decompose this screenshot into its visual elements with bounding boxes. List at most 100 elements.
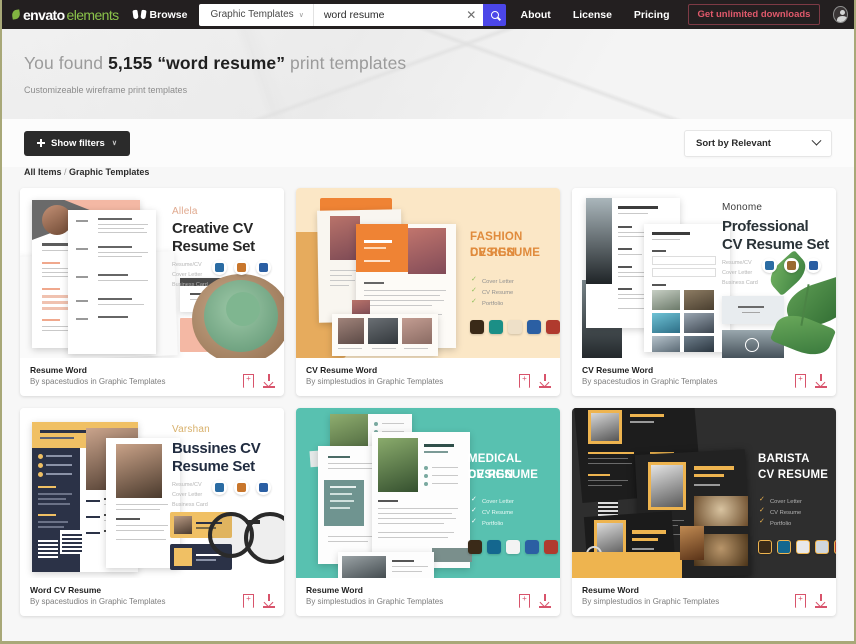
page-title-prefix: You found bbox=[24, 53, 109, 73]
user-avatar-icon[interactable] bbox=[833, 6, 848, 23]
thumbnail-artwork: Varshan Bussines CV Resume Set Resume/CV… bbox=[20, 408, 284, 578]
thumb-brand: Varshan bbox=[172, 424, 210, 435]
thumbnail-artwork: Allela Creative CV Resume Set Resume/CV … bbox=[20, 188, 284, 358]
search-category-dropdown[interactable]: Graphic Templates ∨ bbox=[199, 3, 314, 26]
app-badge-icon bbox=[506, 540, 520, 554]
download-icon[interactable] bbox=[815, 594, 827, 608]
search-category-label: Graphic Templates bbox=[210, 9, 294, 20]
result-card[interactable]: Monome Professional CV Resume Set Resume… bbox=[572, 188, 836, 396]
search-submit-button[interactable] bbox=[483, 3, 507, 26]
app-badge-icon bbox=[815, 540, 829, 554]
thumb-headline-2: CV RESUME bbox=[758, 469, 829, 481]
nav-link-about[interactable]: About bbox=[520, 9, 550, 21]
result-actions bbox=[519, 364, 551, 388]
result-card[interactable]: FASHION DESIGN CV RESUME Cover Letter CV… bbox=[296, 188, 560, 396]
show-filters-button[interactable]: Show filters ∨ bbox=[24, 130, 130, 156]
thumbnail-artwork: MEDICAL DESIGN CV RESUME Cover Letter CV… bbox=[296, 408, 560, 578]
bookmark-add-icon[interactable] bbox=[243, 593, 254, 608]
search-input[interactable] bbox=[323, 8, 464, 21]
check-icon: ✓ bbox=[471, 507, 477, 514]
thumb-app-badges bbox=[212, 480, 271, 495]
search-query-wrap: ✕ bbox=[313, 3, 484, 26]
app-badge-icon bbox=[527, 320, 541, 334]
result-card[interactable]: Allela Creative CV Resume Set Resume/CV … bbox=[20, 188, 284, 396]
download-icon[interactable] bbox=[263, 594, 275, 608]
thumb-headline-1: Bussines CV bbox=[172, 440, 261, 457]
thumb-feature: Portfolio bbox=[770, 521, 792, 527]
thumb-app-badges bbox=[470, 320, 560, 334]
app-badge-icon bbox=[234, 260, 249, 275]
bookmark-add-icon[interactable] bbox=[243, 373, 254, 388]
download-icon[interactable] bbox=[539, 594, 551, 608]
app-badge-icon bbox=[468, 540, 482, 554]
thumb-app-badges bbox=[762, 258, 821, 273]
chevron-down-icon bbox=[811, 135, 822, 146]
result-title: Resume Word bbox=[30, 365, 87, 375]
bookmark-add-icon[interactable] bbox=[519, 373, 530, 388]
result-author: By simplestudios in Graphic Templates bbox=[306, 597, 444, 607]
bookmark-add-icon[interactable] bbox=[519, 593, 530, 608]
thumb-app-badges bbox=[212, 260, 271, 275]
thumb-headline-1: Creative CV bbox=[172, 220, 253, 237]
result-meta: Resume Word By simplestudios in Graphic … bbox=[582, 584, 719, 609]
binoculars-icon bbox=[133, 9, 146, 20]
app-badge-icon bbox=[525, 540, 539, 554]
bookmark-add-icon[interactable] bbox=[795, 593, 806, 608]
check-icon: ✓ bbox=[471, 276, 477, 283]
check-icon: ✓ bbox=[471, 287, 477, 294]
page-title-highlight: 5,155 “word resume” bbox=[108, 53, 286, 73]
download-icon[interactable] bbox=[263, 374, 275, 388]
check-icon: ✓ bbox=[759, 518, 765, 525]
result-title: Resume Word bbox=[582, 585, 639, 595]
thumb-headline-1: BARISTA bbox=[758, 453, 810, 465]
browse-label: Browse bbox=[149, 8, 188, 21]
check-icon: ✓ bbox=[471, 496, 477, 503]
result-card[interactable]: MEDICAL DESIGN CV RESUME Cover Letter CV… bbox=[296, 408, 560, 616]
result-card[interactable]: BARISTA CV RESUME Cover Letter CV Resume… bbox=[572, 408, 836, 616]
get-unlimited-downloads-button[interactable]: Get unlimited downloads bbox=[687, 4, 821, 25]
result-thumbnail: FASHION DESIGN CV RESUME Cover Letter CV… bbox=[296, 188, 560, 358]
envato-elements-logo[interactable]: envato elements bbox=[11, 7, 119, 23]
breadcrumb-current[interactable]: Graphic Templates bbox=[69, 167, 149, 177]
thumb-feature: Resume/CV bbox=[172, 262, 202, 268]
chevron-down-icon: ∨ bbox=[298, 11, 304, 19]
download-icon[interactable] bbox=[539, 374, 551, 388]
browse-button[interactable]: Browse bbox=[133, 9, 188, 21]
check-icon: ✓ bbox=[471, 298, 477, 305]
primary-nav: About License Pricing bbox=[520, 9, 669, 21]
app-badge-icon bbox=[234, 480, 249, 495]
nav-link-license[interactable]: License bbox=[573, 9, 612, 21]
chevron-down-icon: ∨ bbox=[111, 140, 117, 147]
result-meta: Word CV Resume By spacestudios in Graphi… bbox=[30, 584, 165, 609]
clear-search-icon[interactable]: ✕ bbox=[463, 9, 479, 21]
result-actions bbox=[795, 584, 827, 608]
thumb-headline-2: CV RESUME bbox=[468, 469, 539, 481]
breadcrumb-root[interactable]: All Items bbox=[24, 167, 62, 177]
breadcrumb: All Items / Graphic Templates bbox=[2, 167, 854, 177]
result-card[interactable]: Varshan Bussines CV Resume Set Resume/CV… bbox=[20, 408, 284, 616]
nav-link-pricing[interactable]: Pricing bbox=[634, 9, 670, 21]
results-hero: You found 5,155 “word resume” print temp… bbox=[2, 29, 854, 119]
page-subtitle: Customizeable wireframe print templates bbox=[24, 85, 188, 95]
app-badge-icon bbox=[546, 320, 560, 334]
thumb-headline-2: Resume Set bbox=[172, 458, 255, 475]
check-icon: ✓ bbox=[471, 518, 477, 525]
thumb-feature: Cover Letter bbox=[172, 492, 203, 498]
thumb-feature: Cover Letter bbox=[722, 270, 753, 276]
result-thumbnail: Allela Creative CV Resume Set Resume/CV … bbox=[20, 188, 284, 358]
sort-dropdown[interactable]: Sort by Relevant bbox=[684, 129, 832, 157]
result-author: By spacestudios in Graphic Templates bbox=[30, 597, 166, 607]
result-thumbnail: BARISTA CV RESUME Cover Letter CV Resume… bbox=[572, 408, 836, 578]
download-icon[interactable] bbox=[815, 374, 827, 388]
result-card-footer: Resume Word By spacestudios in Graphic T… bbox=[20, 358, 284, 396]
page-title: You found 5,155 “word resume” print temp… bbox=[24, 53, 854, 74]
bookmark-add-icon[interactable] bbox=[795, 373, 806, 388]
result-title: CV Resume Word bbox=[582, 365, 654, 375]
thumb-app-badges bbox=[468, 540, 558, 554]
result-author: By simplestudios in Graphic Templates bbox=[306, 377, 444, 387]
browser-viewport: envato elements Browse Graphic Templates… bbox=[0, 0, 856, 644]
result-title: Word CV Resume bbox=[30, 585, 102, 595]
app-badge-icon bbox=[796, 540, 810, 554]
thumb-headline-2: CV Resume Set bbox=[722, 236, 829, 253]
thumb-feature: Business Card bbox=[722, 280, 758, 286]
